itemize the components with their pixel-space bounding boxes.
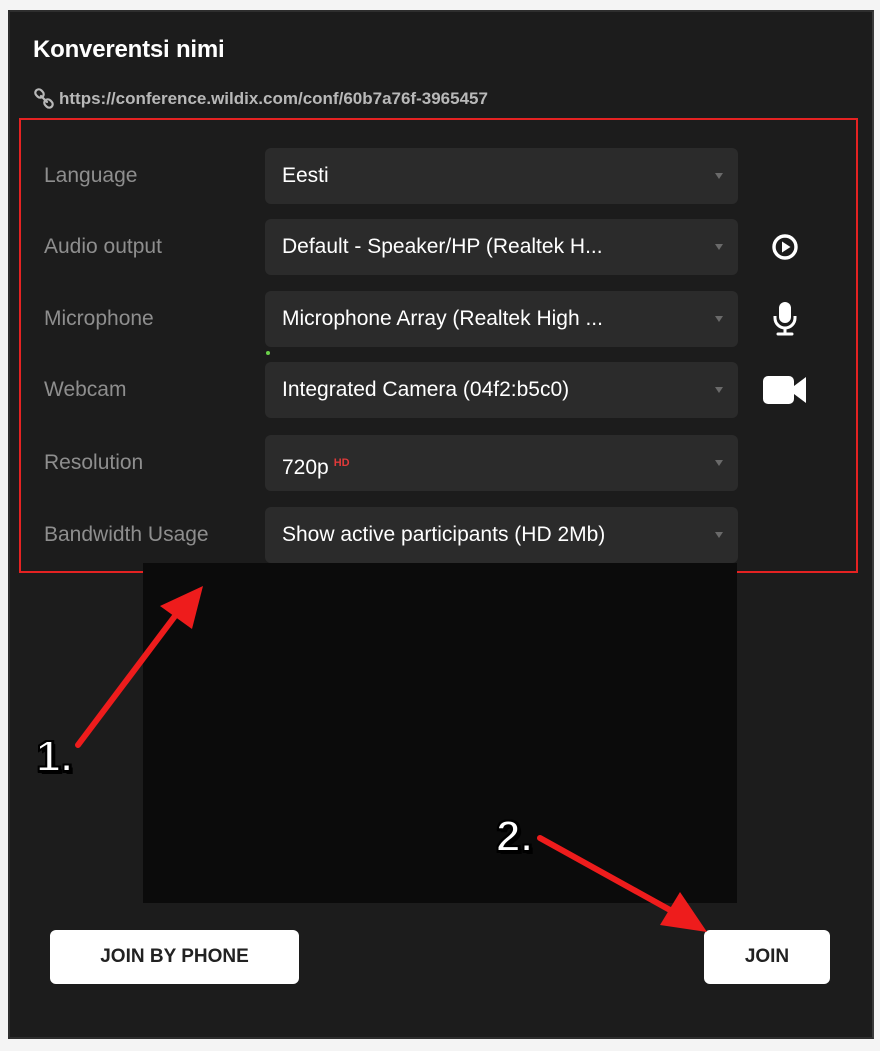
resolution-value-wrap: 720p HD (282, 435, 688, 491)
setting-row-language: Language Eesti (21, 148, 856, 204)
conference-link-url: https://conference.wildix.com/conf/60b7a… (59, 89, 488, 108)
hd-badge: HD (333, 457, 350, 469)
bandwidth-select[interactable]: Show active participants (HD 2Mb) (265, 507, 738, 563)
annotation-step-2: 2. (495, 811, 534, 862)
conference-link[interactable]: https://conference.wildix.com/conf/60b7a… (33, 86, 488, 112)
resolution-select[interactable]: 720p HD (265, 435, 738, 491)
microphone-icon[interactable] (759, 299, 811, 339)
chevron-down-icon (715, 460, 723, 466)
device-settings-panel: Language Eesti Audio output Default - Sp… (19, 118, 858, 573)
resolution-label: Resolution (44, 451, 144, 474)
microphone-level-indicator (266, 351, 270, 355)
resolution-value: 720p (282, 456, 329, 479)
webcam-select[interactable]: Integrated Camera (04f2:b5c0) (265, 362, 738, 418)
language-value: Eesti (282, 164, 329, 187)
audio-output-select[interactable]: Default - Speaker/HP (Realtek H... (265, 219, 738, 275)
link-icon (33, 88, 55, 110)
microphone-select[interactable]: Microphone Array (Realtek High ... (265, 291, 738, 347)
bandwidth-label: Bandwidth Usage (44, 523, 209, 546)
chevron-down-icon (715, 316, 723, 322)
audio-output-value: Default - Speaker/HP (Realtek H... (282, 235, 603, 258)
conference-title: Konverentsi nimi (33, 36, 225, 63)
setting-row-audio-output: Audio output Default - Speaker/HP (Realt… (21, 219, 856, 275)
microphone-label: Microphone (44, 307, 154, 330)
video-camera-icon[interactable] (759, 370, 811, 410)
setting-row-webcam: Webcam Integrated Camera (04f2:b5c0) (21, 362, 856, 418)
join-button[interactable]: JOIN (704, 930, 830, 984)
setting-row-bandwidth: Bandwidth Usage Show active participants… (21, 507, 856, 563)
chevron-down-icon (715, 173, 723, 179)
webcam-label: Webcam (44, 378, 127, 401)
chevron-down-icon (715, 244, 723, 250)
webcam-value: Integrated Camera (04f2:b5c0) (282, 378, 570, 401)
audio-output-label: Audio output (44, 235, 162, 258)
annotation-step-1: 1. (35, 731, 74, 782)
microphone-value: Microphone Array (Realtek High ... (282, 307, 603, 330)
video-preview (143, 563, 737, 903)
setting-row-resolution: Resolution 720p HD (21, 435, 856, 491)
setting-row-microphone: Microphone Microphone Array (Realtek Hig… (21, 291, 856, 347)
chevron-down-icon (715, 387, 723, 393)
bandwidth-value: Show active participants (HD 2Mb) (282, 523, 606, 546)
language-select[interactable]: Eesti (265, 148, 738, 204)
language-label: Language (44, 164, 138, 187)
play-circle-icon[interactable] (759, 227, 811, 267)
chevron-down-icon (715, 532, 723, 538)
join-by-phone-button[interactable]: JOIN BY PHONE (50, 930, 299, 984)
